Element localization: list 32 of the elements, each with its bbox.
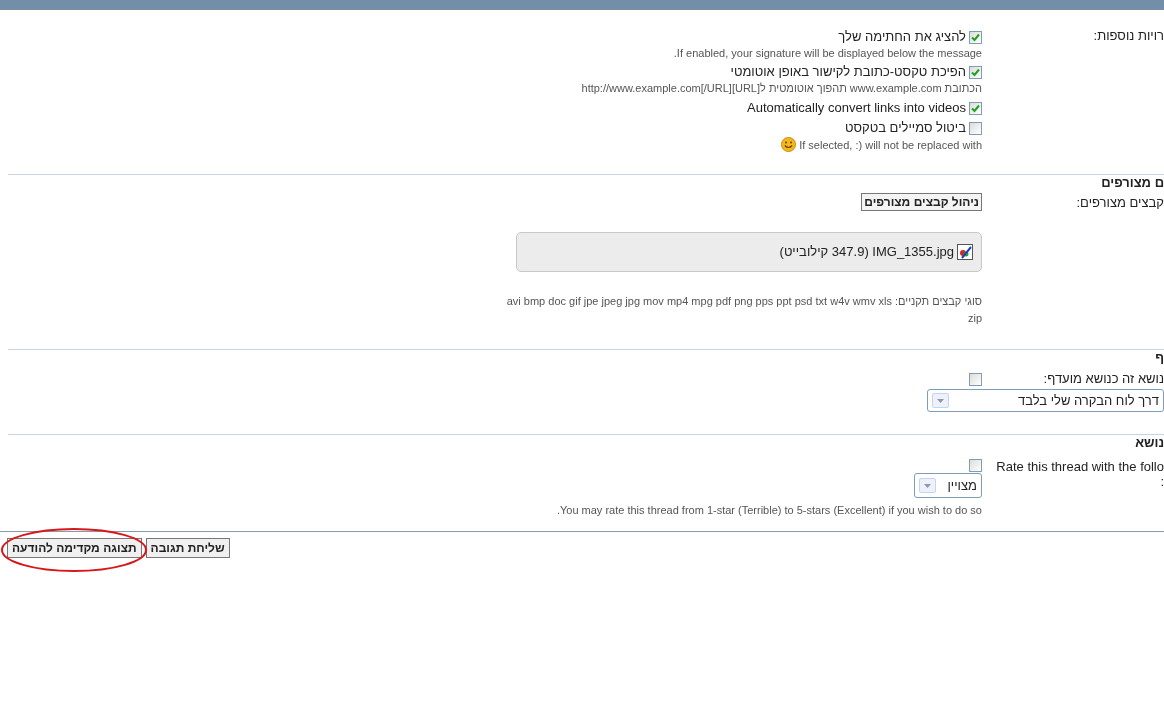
checkbox-label: להציג את החתימה שלך	[838, 29, 966, 45]
submit-button[interactable]: שליחת תגובה	[145, 538, 230, 558]
checkbox[interactable]	[969, 372, 982, 386]
attachment-link[interactable]: IMG_1355.jpg (347.9 קילובייט)	[779, 244, 954, 260]
hint-text: If enabled, your signature will be displayed below the message.	[673, 46, 982, 60]
file-types-text: סוגי קבצים תקניים: avi bmp doc gif jpe jpeg jpg mov mp4 mpg pdf png pps ppt psd txt w4v wmv xls zip	[505, 294, 982, 326]
preview-button[interactable]: תצוגה מקדימה להודעה	[7, 538, 142, 558]
dropdown[interactable]: מצויין	[914, 473, 982, 498]
field-label: רויות נוספות:	[1093, 28, 1164, 44]
field-label: :	[1160, 474, 1164, 489]
checkbox[interactable]	[969, 459, 982, 472]
checkbox[interactable]	[969, 30, 982, 44]
field-label: קבצים מצורפים:	[1076, 195, 1164, 211]
caret-icon	[919, 478, 936, 493]
caret-icon	[932, 393, 949, 408]
hint-text: You may rate this thread from 1-star (Terrible) to 5-stars (Excellent) if you wish to do so.	[556, 503, 982, 517]
checkbox-label: Automatically convert links into videos	[747, 100, 966, 116]
field-label: Rate this thread with the follo	[996, 459, 1164, 474]
field-label: נושא זה כנושא מועדף:	[1042, 371, 1164, 387]
checkbox[interactable]	[969, 121, 982, 135]
section-heading: ף	[1154, 350, 1164, 366]
dropdown[interactable]: דרך לוח הבקרה שלי בלבד	[927, 389, 1164, 412]
section-heading: נושא	[1134, 435, 1164, 451]
hint-text: הכתובת www.example.com תהפוך אוטומטית ל[URL]http://www.example.com[/URL]	[581, 81, 982, 95]
checkbox-label: הפיכת טקסט-כתובת לקישור באופן אוטומטי	[730, 64, 966, 80]
checkbox-label: ביטול סמיילים בטקסט	[845, 120, 966, 136]
checkbox[interactable]	[969, 101, 982, 115]
manage-attachments-button[interactable]: ניהול קבצים מצורפים	[861, 193, 982, 211]
image-file-icon	[957, 244, 973, 260]
hint-text: If selected, :) will not be replaced with	[799, 137, 982, 152]
checkbox[interactable]	[969, 65, 982, 79]
section-heading: ם מצורפים	[1100, 175, 1164, 191]
